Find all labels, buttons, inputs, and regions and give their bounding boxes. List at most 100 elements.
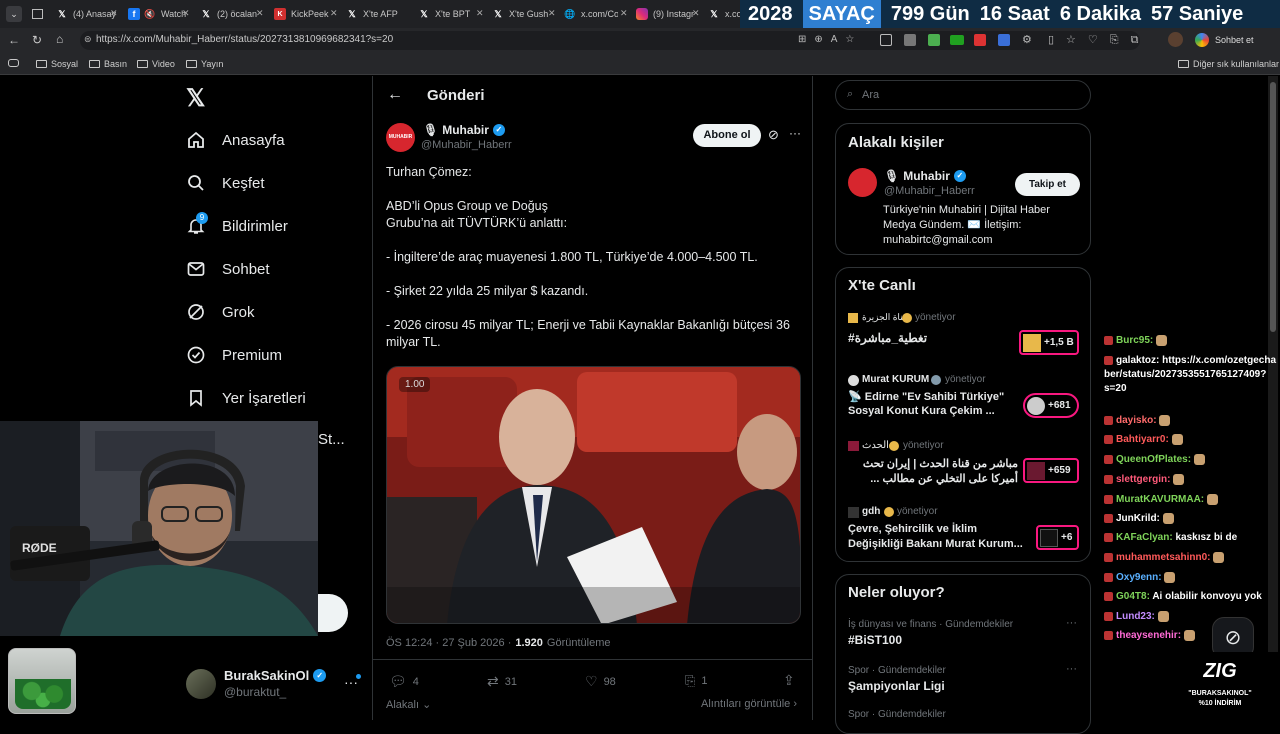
author-name-text: Muhabir	[442, 123, 489, 137]
post-time[interactable]: ÖS 12:24 · 27 Şub 2026 ·	[386, 637, 511, 649]
bookmarks-bar: Sosyal Basın Video Yayın Diğer sık kulla…	[0, 53, 1280, 75]
x-logo-icon[interactable]: 𝕏	[186, 84, 205, 113]
bio-line: Türkiye'nin Muhabiri | Dijital Haber	[883, 204, 1050, 216]
tab-label: X'te BPT	[435, 9, 471, 19]
close-icon[interactable]: ✕	[256, 8, 264, 19]
reply-icon: 💬︎	[389, 673, 407, 689]
trend-item[interactable]: Spor · Gündemdekiler Şampiyonlar Ligi ··…	[836, 661, 1090, 701]
video-speed-label[interactable]: 1.00	[399, 377, 431, 392]
webcam-frame	[0, 421, 318, 636]
account-avatar[interactable]	[186, 669, 216, 699]
puzzle-icon[interactable]: ⚙	[1022, 33, 1032, 46]
lock-icon[interactable]: ⊜	[84, 34, 92, 45]
live-item[interactable]: الحدث yönetiyor مباشر من قناة الحدث | إي…	[836, 437, 1090, 499]
bookmark-folder-sosyal[interactable]: Sosyal	[36, 59, 78, 69]
tab-9[interactable]: (9) Instagr	[636, 4, 694, 24]
nav-premium[interactable]: Premium	[186, 345, 282, 365]
chat-button[interactable]: Sohbet et	[1215, 35, 1254, 45]
tab-label: (2) öcalan	[217, 9, 258, 19]
reload-icon[interactable]: ↻	[32, 33, 42, 47]
view-quotes-link[interactable]: Alıntıları görüntüle ›	[701, 698, 797, 710]
close-icon[interactable]: ✕	[330, 8, 338, 19]
post-video[interactable]: 1.00	[386, 366, 801, 624]
close-icon[interactable]: ✕	[620, 8, 628, 19]
subscribe-button[interactable]: Abone ol	[693, 124, 761, 147]
tab-list-button[interactable]: ⌄	[6, 6, 22, 22]
url-text[interactable]: https://x.com/Muhabir_Haberr/status/2027…	[96, 34, 393, 45]
copilot-icon[interactable]	[1195, 33, 1209, 47]
search-box[interactable]: ⌕ Ara	[835, 80, 1091, 110]
reply-button[interactable]: 💬︎ 4	[389, 673, 419, 690]
counter-year: 2028	[748, 2, 793, 25]
nav-home[interactable]: Anasayfa	[186, 130, 285, 150]
more-options-icon[interactable]: ···	[789, 126, 801, 140]
bookmark-folder-basin[interactable]: Basın	[89, 59, 127, 69]
close-icon[interactable]: ✕	[110, 8, 118, 19]
live-item[interactable]: Murat KURUM yönetiyor 📡 Edirne "Ev Sahib…	[836, 371, 1090, 433]
close-icon[interactable]: ✕	[476, 8, 484, 19]
profile-avatar[interactable]	[1168, 32, 1183, 47]
scrollbar-thumb[interactable]	[1270, 82, 1276, 332]
reading-list-icon[interactable]	[8, 59, 19, 67]
extension-icon[interactable]	[880, 34, 892, 46]
bookmark-folder-other[interactable]: Diğer sık kullanılanlar	[1178, 59, 1279, 69]
tab-3[interactable]: 𝕏 (2) öcalan	[200, 4, 260, 24]
author-handle[interactable]: @Muhabir_Haberr	[421, 139, 512, 151]
quotes-label: Alıntıları görüntüle	[701, 698, 791, 710]
author-avatar[interactable]: MUHABIR	[386, 123, 415, 152]
tab-6[interactable]: 𝕏 X'te BPT	[418, 4, 474, 24]
account-name[interactable]: BurakSakinOl ✓	[224, 668, 327, 683]
author-name[interactable]: 🎙 Muhabir ✓	[423, 123, 505, 137]
nav-bookmarks[interactable]: Yer İşaretleri	[186, 388, 306, 408]
tab-1[interactable]: f	[128, 4, 140, 24]
back-arrow-icon[interactable]: ←	[8, 33, 20, 47]
repost-button[interactable]: ⇄ 31	[487, 673, 517, 690]
address-actions[interactable]: ⊞⊕A☆	[798, 34, 862, 45]
verified-gold-icon	[902, 313, 912, 323]
person-name[interactable]: 🎙 Muhabir ✓	[884, 169, 966, 183]
tab-7[interactable]: 𝕏 X'te Gush	[492, 4, 552, 24]
live-item[interactable]: gdh yönetiyor Çevre, Şehircilik ve İklim…	[836, 503, 1090, 559]
follow-button[interactable]: Takip et	[1015, 173, 1080, 196]
person-avatar[interactable]	[848, 168, 877, 197]
close-icon[interactable]: ✕	[692, 8, 700, 19]
close-icon[interactable]: ✕	[182, 8, 190, 19]
x-logo-icon: 𝕏	[494, 8, 502, 19]
nav-more[interactable]: St...	[318, 431, 345, 448]
live-item[interactable]: قناة الجزيرة yönetiyor #تغطية_مباشرة +1,…	[836, 308, 1090, 368]
related-dropdown[interactable]: Alakalı ⌄	[386, 698, 431, 711]
extension-icon[interactable]	[904, 34, 916, 46]
bookmark-folder-video[interactable]: Video	[137, 59, 175, 69]
back-arrow-icon[interactable]: ←	[387, 86, 403, 104]
bookmark-button[interactable]: ⎘ 1	[685, 673, 708, 689]
home-icon[interactable]: ⌂	[56, 32, 63, 46]
extension-icon[interactable]	[928, 34, 940, 46]
close-icon[interactable]: ✕	[548, 8, 556, 19]
browser-actions[interactable]: ▯☆♡⎘⧉	[1048, 33, 1150, 47]
extension-icon[interactable]	[950, 35, 964, 45]
more-options-icon[interactable]: ···	[1066, 663, 1077, 675]
tab-8[interactable]: 🌐 x.com/Co	[564, 4, 618, 24]
extension-icon[interactable]	[974, 34, 986, 46]
x-logo-icon: 𝕏	[710, 8, 718, 19]
grok-explain-icon[interactable]: ⊘	[768, 127, 779, 143]
trend-item[interactable]: İş dünyası ve finans · Gündemdekiler #Bi…	[836, 615, 1090, 655]
nav-grok[interactable]: Grok	[186, 302, 255, 322]
tab-10[interactable]: 𝕏x.co	[708, 4, 740, 24]
tab-group-icon[interactable]	[32, 4, 52, 24]
nav-messages[interactable]: Sohbet	[186, 259, 270, 279]
trend-item[interactable]: Spor · Gündemdekiler	[836, 705, 1090, 725]
more-options-icon[interactable]: ···	[1066, 617, 1077, 629]
share-icon[interactable]: ⇪	[783, 672, 795, 689]
extension-icon[interactable]	[998, 34, 1010, 46]
like-button[interactable]: ♡ 98	[585, 673, 616, 690]
bookmark-icon	[186, 388, 206, 408]
emote-icon	[1183, 630, 1195, 641]
nav-notifications[interactable]: 9 Bildirimler	[186, 212, 288, 236]
bookmark-folder-yayin[interactable]: Yayın	[186, 59, 223, 69]
tab-0[interactable]: 𝕏(4) Anasayfa	[56, 4, 116, 24]
tab-5[interactable]: 𝕏 X'te AFP	[346, 4, 406, 24]
nav-explore[interactable]: Keşfet	[186, 173, 265, 193]
chat-username: muhammetsahinn0:	[1116, 552, 1214, 564]
counter-label: SAYAÇ	[802, 0, 881, 28]
